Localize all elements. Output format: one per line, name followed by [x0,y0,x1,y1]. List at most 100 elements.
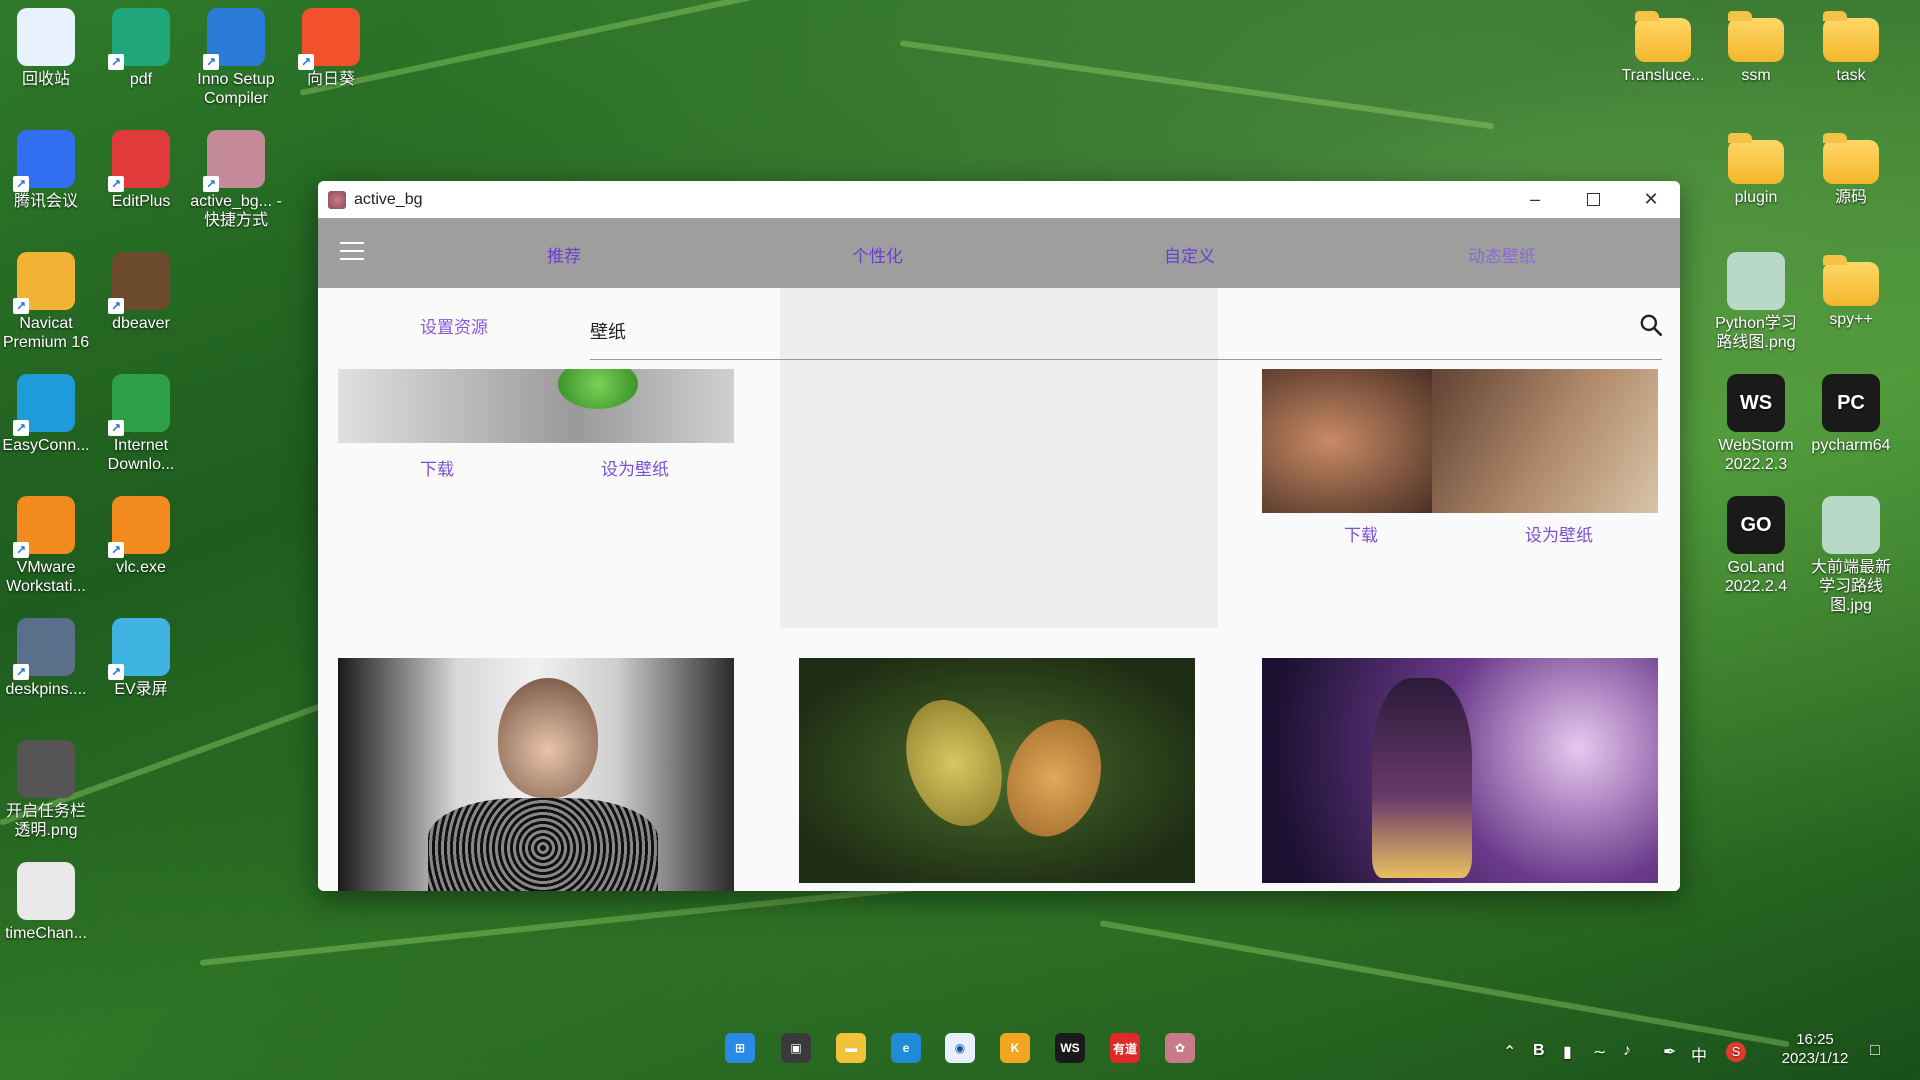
tray-overflow-chevron-icon[interactable]: ⌃ [1503,1042,1516,1062]
desktop-icon[interactable]: 回收站 [0,4,92,89]
desktop-icon[interactable]: ↗ Internet Downlo... [95,370,187,474]
youdao-icon[interactable]: 有道 [1110,1033,1140,1063]
desktop-icon[interactable]: WS WebStorm 2022.2.3 [1710,370,1802,474]
webstorm-icon[interactable]: WS [1055,1033,1085,1063]
desktop-icon[interactable]: timeChan... [0,858,92,943]
desktop-icon[interactable]: ↗ 向日葵 [285,4,377,89]
volume-icon[interactable]: ♪ [1623,1042,1631,1060]
wifi-icon[interactable]: ∼ [1593,1042,1606,1062]
desktop-icon[interactable]: ↗ 腾讯会议 [0,126,92,211]
pycharm-icon: PC [1822,374,1880,432]
start-icon[interactable]: ⊞ [725,1033,755,1063]
wallpaper-thumbnail[interactable] [338,658,734,891]
active-bg-window: active_bg – ✕ 推荐 个性化 自定义 动态壁纸 设置资源 壁纸 下载… [318,181,1680,891]
desktop-icon[interactable]: ↗ pdf [95,4,187,89]
webstorm-icon: WS [1727,374,1785,432]
shortcut-arrow-icon: ↗ [203,176,219,192]
task-view-icon[interactable]: ▣ [781,1033,811,1063]
leaf-shape [889,686,1019,840]
battery-icon[interactable]: ▮ [1563,1042,1572,1062]
desktop-icon[interactable]: ↗ Inno Setup Compiler [190,4,282,108]
desktop-icon-label: 向日葵 [306,71,355,88]
desktop-icon[interactable]: ↗ EasyConn... [0,370,92,455]
desktop-icon[interactable]: ↗ EditPlus [95,126,187,211]
maximize-button[interactable] [1564,181,1622,218]
desktop-icon[interactable]: ↗ dbeaver [95,248,187,333]
desktop-icon[interactable]: 大前端最新学习路线图.jpg [1805,492,1897,615]
pdf-icon: ↗ [108,8,170,70]
file-explorer-icon[interactable]: ▬ [836,1033,866,1063]
desktop-icon[interactable]: plugin [1710,126,1802,207]
title-bar[interactable]: active_bg – ✕ [318,181,1680,218]
grass-decoration [899,40,1495,130]
desktop-icon[interactable]: ↗ active_bg... - 快捷方式 [190,126,282,230]
tab-live-wallpaper[interactable]: 动态壁纸 [1468,242,1536,267]
portrait-face [498,678,598,798]
clock[interactable]: 16:25 2023/1/12 [1760,1030,1870,1068]
shortcut-arrow-icon: ↗ [13,298,29,314]
desktop-icon-label: 源码 [1834,189,1867,206]
edge-icon[interactable]: e [891,1033,921,1063]
wallpaper-thumbnail[interactable] [1262,369,1658,513]
portrait-jacket [428,798,658,891]
shortcut-arrow-icon: ↗ [108,298,124,314]
desktop-icon[interactable]: ↗ vlc.exe [95,492,187,577]
desktop-icon[interactable]: task [1805,4,1897,85]
ime-indicator[interactable]: 中 [1691,1042,1707,1066]
set-wallpaper-button[interactable]: 设为壁纸 [1525,521,1593,546]
notification-icon[interactable]: □ [1870,1042,1880,1060]
desktop-icon-label: task [1836,67,1866,84]
desktop-icon[interactable]: ↗ EV录屏 [95,614,187,699]
desktop-icon[interactable]: spy++ [1805,248,1897,329]
app-blue-icon[interactable]: ◉ [945,1033,975,1063]
desktop-icon[interactable]: ↗ VMware Workstati... [0,492,92,596]
desktop-icon[interactable]: ↗ Navicat Premium 16 [0,248,92,352]
set-resource-link[interactable]: 设置资源 [420,313,488,338]
desktop-icon[interactable]: Transluce... [1617,4,1709,85]
image-file-icon [1822,496,1880,554]
desktop-icon-label: Transluce... [1621,67,1705,84]
desktop-icon-label: deskpins.... [5,681,87,698]
inno-setup-icon: ↗ [203,8,265,70]
desktop-icon[interactable]: 源码 [1805,126,1897,207]
grass-decoration [1099,920,1790,1048]
wallpaper-thumbnail[interactable] [338,369,734,443]
easyconnect-icon: ↗ [13,374,75,436]
close-button[interactable]: ✕ [1622,181,1680,218]
desktop-icon-label: 大前端最新学习路线图.jpg [1810,559,1891,614]
search-input[interactable]: 壁纸 [590,318,626,344]
pen-icon[interactable]: ✒ [1663,1042,1676,1062]
shortcut-arrow-icon: ↗ [108,420,124,436]
folder-icon [1823,255,1879,306]
editplus-icon: ↗ [108,130,170,192]
tab-personalize[interactable]: 个性化 [852,242,903,267]
hamburger-menu-icon[interactable] [340,242,364,262]
desktop-icon[interactable]: ↗ deskpins.... [0,614,92,699]
sogou-ime-icon[interactable]: S [1726,1042,1746,1062]
desktop-icon[interactable]: 开启任务栏透明.png [0,736,92,840]
tab-recommend[interactable]: 推荐 [547,242,581,267]
desktop-icon[interactable]: PC pycharm64 [1805,370,1897,455]
folder-icon [1635,11,1691,62]
loading-placeholder [780,288,1218,628]
tab-custom[interactable]: 自定义 [1164,242,1215,267]
wallpaper-thumbnail[interactable] [1262,658,1658,883]
folder-icon [1823,133,1879,184]
wallpaper-thumbnail[interactable] [799,658,1195,883]
desktop-icon[interactable]: Python学习路线图.png [1710,248,1802,352]
desktop-icon-label: pycharm64 [1811,437,1891,454]
download-button[interactable]: 下载 [1344,521,1378,546]
app-yellow-icon[interactable]: K [1000,1033,1030,1063]
tray-app-icon[interactable]: B [1533,1042,1545,1060]
search-icon[interactable] [1638,312,1664,338]
shortcut-arrow-icon: ↗ [108,54,124,70]
shortcut-arrow-icon: ↗ [298,54,314,70]
set-wallpaper-button[interactable]: 设为壁纸 [601,455,669,480]
desktop-icon[interactable]: GO GoLand 2022.2.4 [1710,492,1802,596]
active-bg-icon[interactable]: ✿ [1165,1033,1195,1063]
download-button[interactable]: 下载 [420,455,454,480]
desktop-icon[interactable]: ssm [1710,4,1802,85]
shortcut-arrow-icon: ↗ [13,664,29,680]
minimize-button[interactable]: – [1506,181,1564,218]
desktop-icon-label: ssm [1741,67,1771,84]
